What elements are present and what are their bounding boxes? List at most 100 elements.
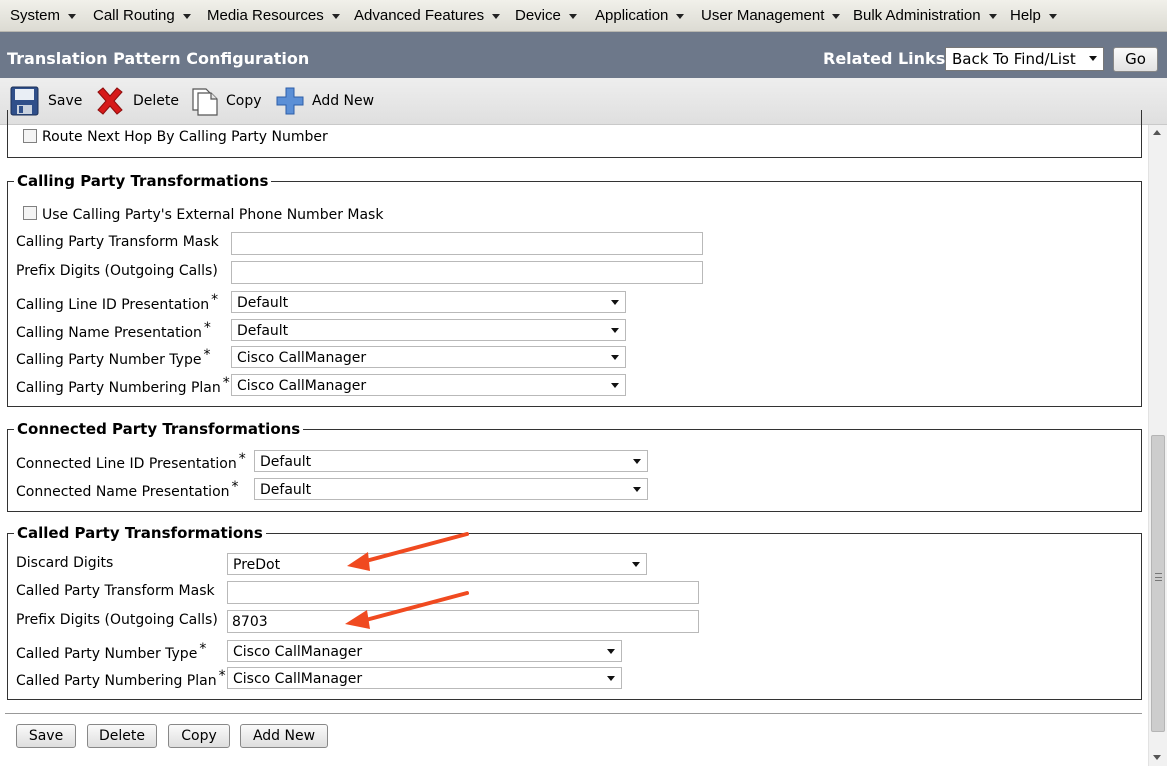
chevron-down-icon: [611, 383, 619, 388]
connected-line-id-presentation-label: Connected Line ID Presentation *: [16, 451, 246, 472]
chevron-down-icon: [633, 459, 641, 464]
called-number-type-label: Called Party Number Type *: [16, 641, 206, 662]
connected-name-presentation-label: Connected Name Presentation *: [16, 479, 239, 500]
called-number-type-select[interactable]: Cisco CallManager: [227, 640, 622, 662]
chevron-down-icon: [633, 487, 641, 492]
calling-prefix-digits-label: Prefix Digits (Outgoing Calls): [16, 263, 218, 279]
connected-party-section: Connected Party Transformations Connecte…: [7, 420, 1142, 512]
chevron-down-icon: [331, 13, 340, 19]
route-next-hop-checkbox[interactable]: [23, 129, 37, 143]
chevron-down-icon: [676, 13, 685, 19]
chevron-down-icon: [988, 13, 997, 19]
vertical-scrollbar[interactable]: [1148, 125, 1167, 766]
copy-button[interactable]: Copy: [168, 724, 230, 748]
calling-numbering-plan-label: Calling Party Numbering Plan *: [16, 375, 230, 396]
calling-name-presentation-label: Calling Name Presentation *: [16, 320, 211, 341]
required-marker: *: [203, 320, 211, 336]
calling-transform-mask-label: Calling Party Transform Mask: [16, 234, 219, 250]
label-text: Calling Name Presentation: [16, 325, 202, 341]
chevron-down-icon: [832, 13, 841, 19]
menu-media-resources[interactable]: Media Resources: [207, 7, 340, 24]
related-links-select[interactable]: Back To Find/List: [945, 47, 1104, 71]
calling-name-presentation-select[interactable]: Default: [231, 319, 626, 341]
grip-icon: [1155, 573, 1162, 581]
route-next-hop-label: Route Next Hop By Calling Party Number: [42, 129, 328, 145]
called-numbering-plan-label: Called Party Numbering Plan *: [16, 668, 226, 689]
connected-party-legend: Connected Party Transformations: [14, 420, 304, 438]
select-value: Default: [237, 323, 289, 339]
select-value: Cisco CallManager: [233, 644, 363, 660]
divider: [5, 713, 1142, 714]
menu-user-management[interactable]: User Management: [701, 7, 841, 24]
select-value: Cisco CallManager: [237, 378, 367, 394]
menu-application[interactable]: Application: [595, 7, 685, 24]
scroll-up-icon[interactable]: [1153, 130, 1161, 135]
chevron-down-icon: [492, 13, 501, 19]
related-links-label: Related Links:: [823, 49, 952, 68]
required-marker: *: [222, 375, 230, 391]
menu-device[interactable]: Device: [515, 7, 577, 24]
calling-prefix-digits-input[interactable]: [231, 261, 703, 284]
chevron-down-icon: [632, 562, 640, 567]
arrow-icon: [347, 532, 469, 571]
menu-advanced-features[interactable]: Advanced Features: [354, 7, 501, 24]
toolbar-save-label: Save: [48, 93, 83, 109]
calling-line-id-presentation-select[interactable]: Default: [231, 291, 626, 313]
chevron-down-icon: [568, 13, 577, 19]
related-links-value: Back To Find/List: [952, 50, 1076, 68]
chevron-down-icon: [1048, 13, 1057, 19]
chevron-down-icon: [611, 355, 619, 360]
label-text: Connected Name Presentation: [16, 484, 230, 500]
toolbar-add-new-label: Add New: [312, 93, 375, 109]
required-marker: *: [199, 641, 207, 657]
scroll-down-icon[interactable]: [1153, 755, 1161, 760]
select-value: Cisco CallManager: [233, 671, 363, 687]
chevron-down-icon: [611, 300, 619, 305]
save-button[interactable]: Save: [16, 724, 76, 748]
menu-bulk-administration[interactable]: Bulk Administration: [853, 7, 997, 24]
calling-numbering-plan-select[interactable]: Cisco CallManager: [231, 374, 626, 396]
select-value: PreDot: [233, 557, 281, 573]
chevron-down-icon: [607, 676, 615, 681]
chevron-down-icon: [607, 649, 615, 654]
label-text: Calling Party Number Type: [16, 352, 202, 368]
scrollbar-thumb[interactable]: [1151, 435, 1165, 732]
label-text: Calling Line ID Presentation: [16, 297, 210, 313]
calling-transform-mask-input[interactable]: [231, 232, 703, 255]
calling-number-type-select[interactable]: Cisco CallManager: [231, 346, 626, 368]
routing-options-section: Route Next Hop By Calling Party Number: [7, 110, 1142, 158]
delete-button[interactable]: Delete: [87, 724, 157, 748]
use-external-mask-label: Use Calling Party's External Phone Numbe…: [42, 207, 384, 223]
chevron-down-icon: [182, 13, 191, 19]
called-party-section: Called Party Transformations Discard Dig…: [7, 524, 1142, 700]
use-external-mask-checkbox[interactable]: [23, 206, 37, 220]
label-text: Called Party Numbering Plan: [16, 673, 217, 689]
select-value: Default: [260, 454, 312, 470]
label-text: Calling Party Numbering Plan: [16, 380, 221, 396]
required-marker: *: [203, 347, 211, 363]
required-marker: *: [231, 479, 239, 495]
required-marker: *: [211, 292, 219, 308]
chevron-down-icon: [68, 13, 77, 19]
select-value: Default: [237, 295, 289, 311]
menu-system[interactable]: System: [10, 7, 77, 24]
connected-line-id-presentation-select[interactable]: Default: [254, 450, 648, 472]
called-party-legend: Called Party Transformations: [14, 524, 266, 542]
menu-label: Media Resources: [207, 7, 324, 24]
menu-label: Call Routing: [93, 7, 175, 24]
required-marker: *: [238, 451, 246, 467]
called-prefix-digits-label: Prefix Digits (Outgoing Calls): [16, 612, 218, 628]
add-new-button[interactable]: Add New: [240, 724, 328, 748]
menu-label: Help: [1010, 7, 1041, 24]
chevron-down-icon: [611, 328, 619, 333]
arrow-icon: [345, 591, 469, 629]
menu-help[interactable]: Help: [1010, 7, 1057, 24]
menu-label: System: [10, 7, 61, 24]
annotation-arrows: [345, 532, 469, 629]
connected-name-presentation-select[interactable]: Default: [254, 478, 648, 500]
called-numbering-plan-select[interactable]: Cisco CallManager: [227, 667, 622, 689]
go-button[interactable]: Go: [1113, 47, 1158, 72]
menu-call-routing[interactable]: Call Routing: [93, 7, 191, 24]
menu-label: Application: [595, 7, 669, 24]
toolbar-copy-label: Copy: [226, 93, 262, 109]
